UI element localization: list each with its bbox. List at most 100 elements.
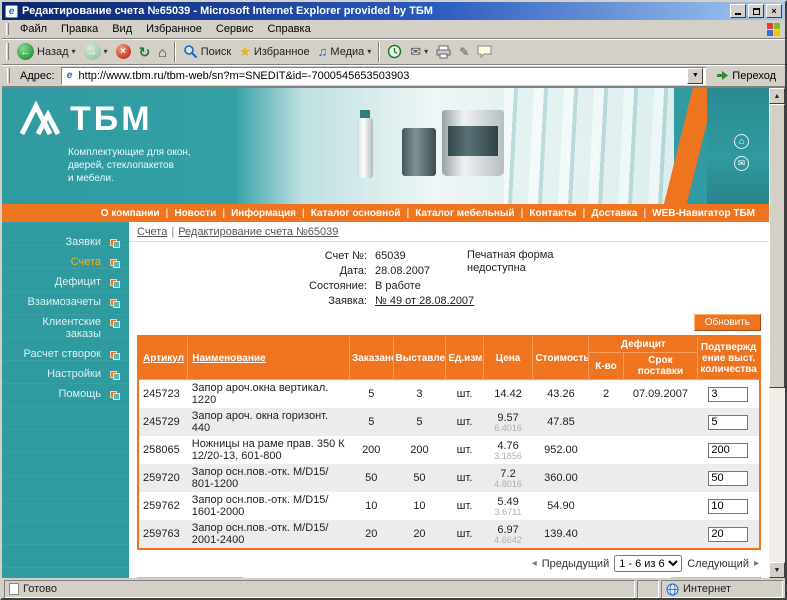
back-button[interactable]: ← Назад ▾: [13, 40, 80, 64]
cell-article: 245729: [138, 408, 188, 436]
close-button[interactable]: ×: [766, 4, 782, 18]
cell-deficit-qty: [589, 464, 623, 492]
sidebar-item-1[interactable]: Счета: [2, 252, 129, 272]
invoice-date-label: Дата:: [129, 264, 367, 279]
page-range-select[interactable]: 1 - 6 из 6: [614, 555, 682, 572]
cell-price: 7.24.8016: [483, 464, 533, 492]
invoice-info: Счет №:65039 Дата:28.08.2007 Состояние:В…: [129, 249, 769, 309]
breadcrumb-current-link[interactable]: Редактирование счета №65039: [178, 226, 338, 238]
search-button[interactable]: Поиск: [179, 40, 235, 64]
breadcrumb-separator: |: [171, 226, 174, 238]
confirm-invoice-button[interactable]: Подтвердить счет: [137, 577, 242, 578]
previous-page-icon[interactable]: ◂: [532, 558, 537, 569]
menu-item-2[interactable]: Вид: [105, 21, 139, 37]
scrollbar-track[interactable]: [769, 104, 785, 562]
confirm-qty-input[interactable]: [708, 527, 748, 542]
forward-button[interactable]: → ▾: [80, 40, 112, 64]
discuss-button[interactable]: [473, 40, 496, 64]
sidebar-item-7[interactable]: Помощь: [2, 384, 129, 404]
cell-ordered: 20: [349, 520, 393, 549]
confirm-qty-input[interactable]: [708, 471, 748, 486]
confirm-qty-input[interactable]: [708, 499, 748, 514]
sidebar-item-6[interactable]: Настройки: [2, 364, 129, 384]
previous-page-link[interactable]: Предыдущий: [542, 558, 609, 570]
column-header-article[interactable]: Артикул: [143, 353, 184, 364]
vertical-scrollbar[interactable]: ▲ ▼: [769, 88, 785, 578]
confirm-qty-input[interactable]: [708, 415, 748, 430]
invoice-number-label: Счет №:: [129, 249, 367, 264]
cell-cost: 360.00: [533, 464, 589, 492]
sidebar-item-marker-icon: [110, 279, 120, 288]
address-input[interactable]: [79, 70, 685, 82]
cell-ordered: 10: [349, 492, 393, 520]
menu-item-5[interactable]: Справка: [261, 21, 318, 37]
nav-item-0[interactable]: О компании: [95, 208, 166, 219]
cell-name: Запор осн.пов.-отк. М/D15/ 1601-2000: [188, 492, 350, 520]
sidebar-item-label: Счета: [71, 256, 101, 268]
menu-bar: ФайлПравкаВидИзбранноеСервисСправка: [2, 20, 785, 39]
restore-button[interactable]: [748, 4, 764, 18]
tagline-line: Комплектующие для окон,: [68, 146, 191, 159]
menu-item-1[interactable]: Правка: [54, 21, 105, 37]
favorites-button[interactable]: ★ Избранное: [235, 40, 313, 64]
scroll-up-button[interactable]: ▲: [769, 88, 785, 104]
history-button[interactable]: [383, 40, 406, 64]
cell-unit: шт.: [446, 436, 483, 464]
home-button[interactable]: ⌂: [154, 40, 170, 64]
invoice-request-link[interactable]: № 49 от 28.08.2007: [367, 294, 474, 309]
confirm-qty-input[interactable]: [708, 443, 748, 458]
sidebar-item-5[interactable]: Расчет створок: [2, 344, 129, 364]
sidebar-item-2[interactable]: Дефицит: [2, 272, 129, 292]
scroll-thumb[interactable]: [769, 104, 785, 388]
address-dropdown-button[interactable]: ▼: [687, 68, 703, 84]
cell-price: 5.493.6711: [483, 492, 533, 520]
media-button[interactable]: ♫ Медиа ▾: [314, 40, 376, 64]
refresh-icon: ↻: [139, 45, 151, 59]
go-icon: [716, 69, 729, 82]
refresh-invoice-button[interactable]: Обновить: [694, 314, 761, 331]
nav-item-5[interactable]: Контакты: [523, 208, 582, 219]
decline-invoice-button[interactable]: Отказ от счета: [671, 577, 761, 578]
next-page-icon[interactable]: ▸: [754, 558, 759, 569]
sidebar-item-0[interactable]: Заявки: [2, 232, 129, 252]
nav-item-2[interactable]: Информация: [225, 208, 302, 219]
tagline-line: и мебели.: [68, 172, 191, 185]
nav-item-1[interactable]: Новости: [168, 208, 222, 219]
next-page-link[interactable]: Следующий: [687, 558, 749, 570]
edit-button[interactable]: ✎: [455, 40, 473, 64]
stop-button[interactable]: ×: [112, 40, 135, 64]
go-button[interactable]: Переход: [710, 68, 782, 83]
minimize-button[interactable]: [730, 4, 746, 18]
home-icon[interactable]: ⌂: [734, 134, 749, 149]
column-header-name[interactable]: Наименование: [192, 353, 265, 364]
table-row: 245723Запор ароч.окна вертикал. 122053шт…: [138, 380, 760, 409]
price-secondary: 4.8016: [486, 480, 530, 489]
menu-item-0[interactable]: Файл: [13, 21, 54, 37]
confirm-qty-input[interactable]: [708, 387, 748, 402]
chevron-down-icon: ▾: [72, 47, 76, 56]
address-bar: Адрес: e ▼ Переход: [2, 65, 785, 87]
price-secondary: 4.6642: [486, 536, 530, 545]
sidebar-item-4[interactable]: Клиентские заказы: [2, 312, 129, 344]
nav-item-7[interactable]: WEB-Навигатор ТБМ: [646, 208, 761, 219]
cell-article: 259762: [138, 492, 188, 520]
breadcrumb-invoices-link[interactable]: Счета: [137, 226, 167, 238]
mail-button[interactable]: ✉▾: [406, 40, 432, 64]
invoice-items-table: Артикул Наименование Заказано Выставлено…: [137, 335, 761, 550]
nav-item-4[interactable]: Каталог мебельный: [409, 208, 520, 219]
column-header-deficit-qty: К-во: [589, 353, 623, 380]
nav-item-3[interactable]: Каталог основной: [305, 208, 407, 219]
menu-item-4[interactable]: Сервис: [209, 21, 261, 37]
sidebar-item-3[interactable]: Взаимозачеты: [2, 292, 129, 312]
refresh-button[interactable]: ↻: [135, 40, 155, 64]
scroll-down-button[interactable]: ▼: [769, 562, 785, 578]
sidebar-item-marker-icon: [110, 239, 120, 248]
mail-icon[interactable]: ✉: [734, 156, 749, 171]
nav-item-6[interactable]: Доставка: [585, 208, 643, 219]
page-icon: e: [64, 70, 76, 82]
print-button[interactable]: [432, 40, 455, 64]
address-label: Адрес:: [18, 70, 57, 82]
cell-ordered: 5: [349, 408, 393, 436]
menu-item-3[interactable]: Избранное: [139, 21, 209, 37]
security-zone-pane: Интернет: [661, 580, 783, 598]
